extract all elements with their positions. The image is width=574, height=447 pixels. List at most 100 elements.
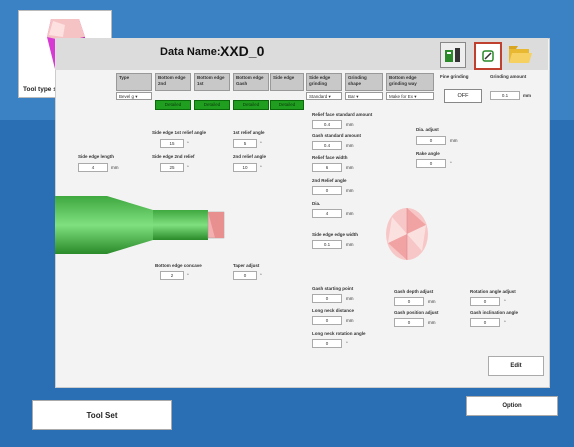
side-edge-grinding-select[interactable]: Standard ▾	[306, 92, 342, 100]
dia-input[interactable]: 4	[312, 209, 342, 218]
second-relief-angle-label: 2nd relief angle	[233, 154, 267, 159]
type-select-value: Bevel g	[119, 94, 135, 99]
data-name-value: XXD_0	[220, 43, 265, 59]
first-relief-angle-input[interactable]: 5	[233, 139, 257, 148]
gash-depth-adjust-input[interactable]: 0	[394, 297, 424, 306]
dia-adjust-input[interactable]: 0	[416, 136, 446, 145]
side-edge-width-unit: mm	[346, 242, 354, 247]
open-folder-icon[interactable]	[508, 42, 532, 66]
dia-label: Dia.	[312, 201, 321, 206]
taper-adjust-label: Taper adjust	[233, 263, 260, 268]
long-neck-distance-label: Long neck distance	[312, 308, 355, 313]
bottom-edge-grinding-way-value: Make for Ex	[389, 94, 414, 99]
gash-inclination-angle-input[interactable]: 0	[470, 318, 500, 327]
tool-side-view-diagram	[55, 196, 225, 254]
dia-adjust-unit: mm	[450, 138, 458, 143]
side-edge-2nd-relief-label: Side edge 2nd relief	[152, 154, 195, 159]
long-neck-distance-unit: mm	[346, 318, 354, 323]
dia-adjust-label: Dia. adjust	[416, 127, 439, 132]
col-type-header: Type	[116, 73, 152, 91]
relief-face-std-input[interactable]: 0.4	[312, 120, 342, 129]
gash-std-label: Gash standard amount	[312, 133, 362, 138]
rake-angle-unit: °	[450, 161, 452, 166]
gash-depth-adjust-unit: mm	[428, 299, 436, 304]
grinding-amount-unit: mm	[523, 93, 532, 98]
col-bottom-edge-gash-header: Bottom edge Gash	[233, 73, 269, 91]
grinding-amount-input[interactable]: 0.1	[490, 91, 520, 100]
side-edge-length-input[interactable]: 4	[78, 163, 108, 172]
gash-starting-point-unit: mm	[346, 296, 354, 301]
gash-depth-adjust-label: Gash depth adjust	[394, 289, 434, 294]
detailed-button-side-edge[interactable]: Detailed	[270, 100, 304, 110]
taper-adjust-input[interactable]: 0	[233, 271, 257, 280]
col-bottom-edge-2nd-header: Bottom edge 2nd	[155, 73, 191, 91]
rotation-angle-adjust-input[interactable]: 0	[470, 297, 500, 306]
relief-face-width-input[interactable]: 6	[312, 163, 342, 172]
bottom-edge-grinding-way-select[interactable]: Make for Ex ▾	[386, 92, 434, 100]
relief-face-width-label: Relief face width	[312, 155, 348, 160]
side-edge-1st-relief-unit: °	[187, 141, 189, 146]
edit-pencil-icon[interactable]	[474, 42, 502, 70]
first-relief-angle-label: 1st relief angle	[233, 130, 265, 135]
type-select[interactable]: Bevel g ▾	[116, 92, 152, 100]
detailed-button-bottom-1st[interactable]: Detailed	[194, 100, 230, 110]
col-grinding-shape-header: Grinding shape	[345, 73, 383, 91]
first-relief-angle-unit: °	[260, 141, 262, 146]
option-button[interactable]: Option	[466, 396, 558, 416]
dia-unit: mm	[346, 211, 354, 216]
col-bottom-edge-1st-header: Bottom edge 1st	[194, 73, 230, 91]
gash-starting-point-input[interactable]: 0	[312, 294, 342, 303]
edit-button[interactable]: Edit	[488, 356, 544, 376]
bottom-edge-concave-label: Bottom edge concave	[155, 263, 202, 268]
long-neck-rotation-input[interactable]: 0	[312, 339, 342, 348]
gash-starting-point-label: Gash starting point	[312, 286, 354, 291]
long-neck-rotation-label: Long neck rotation angle	[312, 331, 366, 336]
tool-set-button[interactable]: Tool Set	[32, 400, 172, 430]
relief-face-std-unit: mm	[346, 122, 354, 127]
detailed-button-bottom-gash[interactable]: Detailed	[233, 100, 269, 110]
grinding-amount-label: Grinding amount	[490, 74, 527, 79]
side-edge-1st-relief-input[interactable]: 15	[160, 139, 184, 148]
rotation-angle-adjust-unit: °	[504, 299, 506, 304]
data-name-label: Data Name:	[160, 46, 221, 58]
side-edge-width-input[interactable]: 0.1	[312, 240, 342, 249]
rake-angle-label: Rake angle	[416, 151, 440, 156]
grinding-shape-select[interactable]: Bar ▾	[345, 92, 383, 100]
detailed-button-bottom-2nd[interactable]: Detailed	[155, 100, 191, 110]
col-side-edge-header: Side edge	[270, 73, 304, 91]
side-edge-2nd-relief-input[interactable]: 25	[160, 163, 184, 172]
bottom-edge-concave-unit: °	[187, 273, 189, 278]
tool-end-view-diagram	[386, 208, 428, 260]
rotation-angle-adjust-label: Rotation angle adjust	[470, 289, 516, 294]
second-relief-angle-input[interactable]: 10	[233, 163, 257, 172]
gash-position-adjust-unit: mm	[428, 320, 436, 325]
gash-position-adjust-label: Gash position adjust	[394, 310, 439, 315]
gash-inclination-angle-label: Gash inclination angle	[470, 310, 519, 315]
calculate-icon[interactable]	[440, 42, 466, 68]
col-side-edge-grinding-header: Side edge grinding	[306, 73, 342, 91]
long-neck-distance-input[interactable]: 0	[312, 316, 342, 325]
gash-position-adjust-input[interactable]: 0	[394, 318, 424, 327]
gash-inclination-angle-unit: °	[504, 320, 506, 325]
side-edge-grinding-value: Standard	[309, 94, 328, 99]
side-edge-1st-relief-label: Side edge 1st relief angle	[152, 130, 207, 135]
second-relief-angle-b-unit: mm	[346, 188, 354, 193]
col-bottom-edge-grinding-way-header: Bottom edge grinding way	[386, 73, 434, 91]
side-edge-width-label: Side edge edge width	[312, 232, 359, 237]
side-edge-length-label: Side edge length	[78, 154, 115, 159]
grinding-shape-value: Bar	[348, 94, 356, 99]
bottom-edge-concave-input[interactable]: 2	[160, 271, 184, 280]
long-neck-rotation-unit: °	[346, 341, 348, 346]
gash-std-unit: mm	[346, 143, 354, 148]
side-edge-2nd-relief-unit: °	[187, 165, 189, 170]
second-relief-angle-unit: °	[260, 165, 262, 170]
side-edge-length-unit: mm	[111, 165, 119, 170]
second-relief-angle-b-input[interactable]: 0	[312, 186, 342, 195]
taper-adjust-unit: °	[260, 273, 262, 278]
rake-angle-input[interactable]: 0	[416, 159, 446, 168]
second-relief-angle-b-label: 2nd Relief angle	[312, 178, 347, 183]
fine-grinding-label: Fine grinding	[440, 74, 469, 79]
gash-std-input[interactable]: 0.4	[312, 141, 342, 150]
relief-face-width-unit: mm	[346, 165, 354, 170]
fine-grinding-toggle[interactable]: OFF	[444, 89, 482, 103]
